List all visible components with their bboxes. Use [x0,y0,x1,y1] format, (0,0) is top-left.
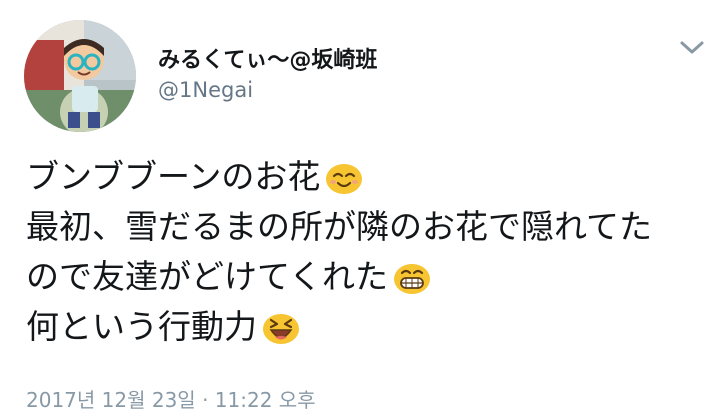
smiling-face-icon [324,157,364,197]
tweet-line-2: 最初、雪だるまの所が隣のお花で隠れてた [26,202,706,252]
tweet-line-text: 何という行動力 [26,307,257,346]
tweet-line-3: ので友達がどけてくれた [26,252,706,302]
tweet-timestamp[interactable]: 2017년 12월 23일 · 11:22 오후 [26,384,316,413]
laughing-face-icon [261,307,301,347]
chevron-down-icon[interactable] [678,38,706,58]
tweet-text: ブンブブーンのお花 最初、雪だるまの所が隣のお花で隠れてた ので友達がどけてくれ… [26,152,706,352]
tweet-line-1: ブンブブーンのお花 [26,152,706,202]
display-name[interactable]: みるくてぃ〜@坂崎班 [158,42,377,74]
avatar[interactable] [24,20,136,132]
tweet-line-4: 何という行動力 [26,302,706,352]
tweet-card: みるくてぃ〜@坂崎班 @1Negai ブンブブーンのお花 最初、雪だるまの所が隣… [0,0,720,420]
tweet-line-text: ブンブブーンのお花 [26,157,321,196]
tweet-line-text: ので友達がどけてくれた [26,257,389,296]
user-handle[interactable]: @1Negai [158,78,253,102]
tweet-line-text: 最初、雪だるまの所が隣のお花で隠れてた [26,207,653,246]
grinning-face-icon [392,257,432,297]
